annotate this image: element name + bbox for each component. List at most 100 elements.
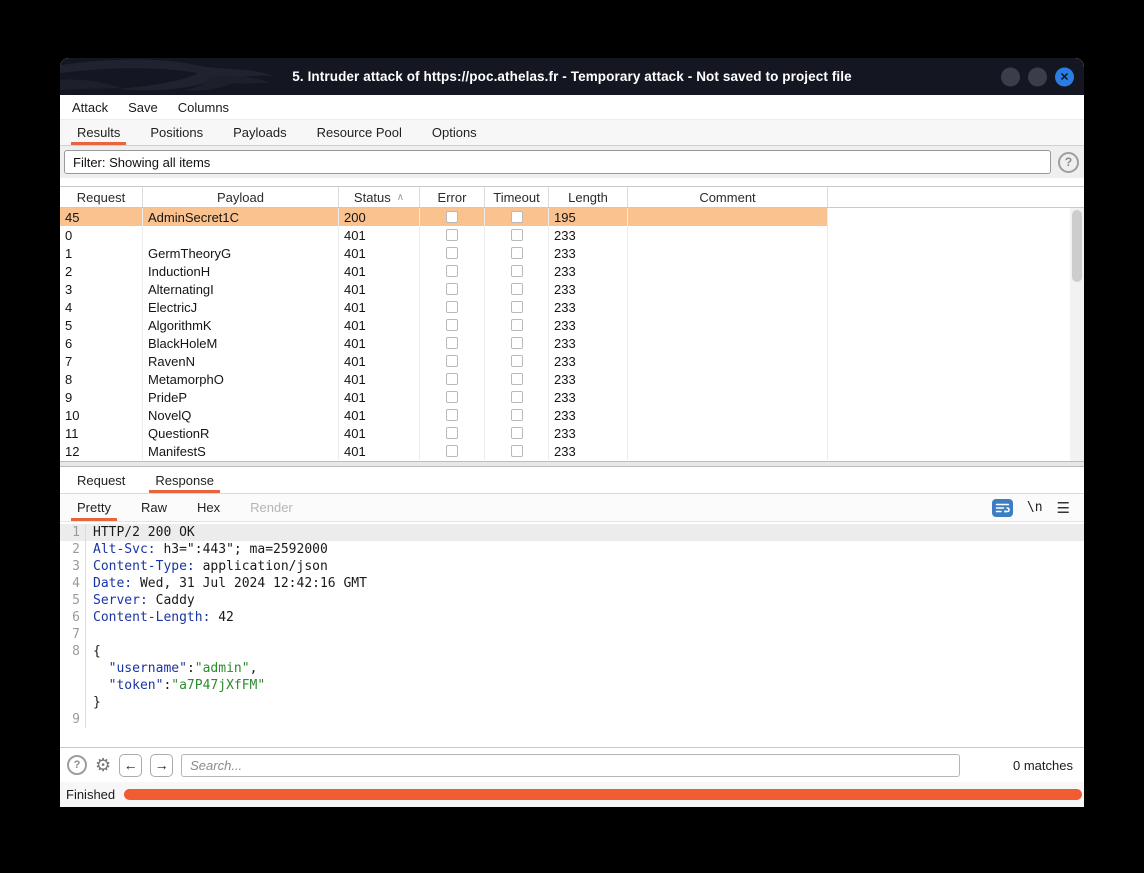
checkbox-error[interactable] bbox=[446, 355, 458, 367]
results-table-body: 45AdminSecret1C20019504012331GermTheoryG… bbox=[60, 208, 1084, 461]
checkbox-timeout[interactable] bbox=[511, 409, 523, 421]
table-row[interactable]: 9PrideP401233 bbox=[60, 388, 1084, 406]
newline-toggle-icon[interactable]: \n bbox=[1027, 500, 1043, 515]
response-editor[interactable]: 1HTTP/2 200 OK2Alt-Svc: h3=":443"; ma=25… bbox=[60, 522, 1084, 747]
checkbox-error[interactable] bbox=[446, 265, 458, 277]
checkbox-error[interactable] bbox=[446, 301, 458, 313]
cell-error bbox=[420, 388, 485, 406]
checkbox-error[interactable] bbox=[446, 247, 458, 259]
checkbox-timeout[interactable] bbox=[511, 391, 523, 403]
tab-results[interactable]: Results bbox=[62, 120, 135, 145]
column-header-status[interactable]: Status∧ bbox=[339, 187, 420, 207]
checkbox-timeout[interactable] bbox=[511, 247, 523, 259]
filter-bar[interactable]: Filter: Showing all items bbox=[64, 150, 1051, 174]
checkbox-timeout[interactable] bbox=[511, 301, 523, 313]
table-row[interactable]: 11QuestionR401233 bbox=[60, 424, 1084, 442]
table-row[interactable]: 6BlackHoleM401233 bbox=[60, 334, 1084, 352]
tab-request[interactable]: Request bbox=[62, 467, 140, 493]
table-row[interactable]: 0401233 bbox=[60, 226, 1084, 244]
column-header-request[interactable]: Request bbox=[60, 187, 143, 207]
checkbox-error[interactable] bbox=[446, 427, 458, 439]
maximize-button[interactable] bbox=[1028, 67, 1047, 86]
column-header-error[interactable]: Error bbox=[420, 187, 485, 207]
line-content: Content-Type: application/json bbox=[86, 558, 328, 575]
minimize-button[interactable] bbox=[1001, 67, 1020, 86]
tab-hex[interactable]: Hex bbox=[182, 494, 235, 521]
word-wrap-icon[interactable] bbox=[992, 499, 1013, 517]
checkbox-error[interactable] bbox=[446, 283, 458, 295]
checkbox-error[interactable] bbox=[446, 409, 458, 421]
table-row[interactable]: 5AlgorithmK401233 bbox=[60, 316, 1084, 334]
checkbox-timeout[interactable] bbox=[511, 283, 523, 295]
checkbox-error[interactable] bbox=[446, 391, 458, 403]
table-row[interactable]: 45AdminSecret1C200195 bbox=[60, 208, 1084, 226]
checkbox-timeout[interactable] bbox=[511, 319, 523, 331]
checkbox-timeout[interactable] bbox=[511, 355, 523, 367]
checkbox-timeout[interactable] bbox=[511, 373, 523, 385]
tab-pretty[interactable]: Pretty bbox=[62, 494, 126, 521]
table-row[interactable]: 2InductionH401233 bbox=[60, 262, 1084, 280]
column-header-comment[interactable]: Comment bbox=[628, 187, 828, 207]
line-content: } bbox=[86, 694, 101, 711]
editor-menu-icon[interactable]: ☰ bbox=[1057, 499, 1070, 517]
table-row[interactable]: 4ElectricJ401233 bbox=[60, 298, 1084, 316]
code-segment-string: "admin" bbox=[195, 661, 250, 676]
code-segment-key: "username" bbox=[109, 661, 187, 676]
table-row[interactable]: 8MetamorphO401233 bbox=[60, 370, 1084, 388]
table-row[interactable]: 1GermTheoryG401233 bbox=[60, 244, 1084, 262]
checkbox-error[interactable] bbox=[446, 373, 458, 385]
table-scrollbar-thumb[interactable] bbox=[1072, 210, 1082, 282]
checkbox-error[interactable] bbox=[446, 319, 458, 331]
title-bar[interactable]: 5. Intruder attack of https://poc.athela… bbox=[60, 58, 1084, 95]
table-row[interactable]: 12ManifestS401233 bbox=[60, 442, 1084, 460]
checkbox-timeout[interactable] bbox=[511, 229, 523, 241]
search-input[interactable] bbox=[181, 754, 960, 777]
column-header-length[interactable]: Length bbox=[549, 187, 628, 207]
column-label: Length bbox=[568, 190, 608, 205]
checkbox-error[interactable] bbox=[446, 337, 458, 349]
table-scrollbar-track[interactable] bbox=[1070, 208, 1084, 461]
tab-resource-pool[interactable]: Resource Pool bbox=[302, 120, 417, 145]
column-header-payload[interactable]: Payload bbox=[143, 187, 339, 207]
cell-status: 401 bbox=[339, 406, 420, 424]
checkbox-timeout[interactable] bbox=[511, 265, 523, 277]
menu-item-save[interactable]: Save bbox=[118, 100, 168, 115]
search-previous-button[interactable]: ← bbox=[119, 754, 142, 777]
cell-status: 401 bbox=[339, 442, 420, 460]
cell-request: 2 bbox=[60, 262, 143, 280]
table-row[interactable]: 7RavenN401233 bbox=[60, 352, 1084, 370]
cell-payload: RavenN bbox=[143, 352, 339, 370]
filter-help-icon[interactable]: ? bbox=[1058, 152, 1079, 173]
window-controls: ✕ bbox=[1001, 67, 1074, 86]
checkbox-error[interactable] bbox=[446, 229, 458, 241]
checkbox-timeout[interactable] bbox=[511, 337, 523, 349]
editor-line: 1HTTP/2 200 OK bbox=[60, 524, 1084, 541]
table-row[interactable]: 3AlternatingI401233 bbox=[60, 280, 1084, 298]
cell-status: 401 bbox=[339, 334, 420, 352]
tab-options[interactable]: Options bbox=[417, 120, 492, 145]
attack-status-label: Finished bbox=[66, 787, 115, 802]
search-settings-icon[interactable]: ⚙ bbox=[95, 756, 111, 774]
menu-item-columns[interactable]: Columns bbox=[168, 100, 239, 115]
search-next-button[interactable]: → bbox=[150, 754, 173, 777]
tab-positions[interactable]: Positions bbox=[135, 120, 218, 145]
search-help-icon[interactable]: ? bbox=[67, 755, 87, 775]
checkbox-timeout[interactable] bbox=[511, 445, 523, 457]
message-tab-bar: RequestResponse bbox=[60, 467, 1084, 494]
editor-line: 5Server: Caddy bbox=[60, 592, 1084, 609]
editor-toolbar-icons: \n ☰ bbox=[992, 494, 1084, 521]
checkbox-error[interactable] bbox=[446, 445, 458, 457]
tab-payloads[interactable]: Payloads bbox=[218, 120, 301, 145]
tab-raw[interactable]: Raw bbox=[126, 494, 182, 521]
checkbox-timeout[interactable] bbox=[511, 211, 523, 223]
checkbox-error[interactable] bbox=[446, 211, 458, 223]
editor-line: 7 bbox=[60, 626, 1084, 643]
checkbox-timeout[interactable] bbox=[511, 427, 523, 439]
cell-filler bbox=[828, 388, 1084, 406]
menu-item-attack[interactable]: Attack bbox=[62, 100, 118, 115]
kali-dragon-logo bbox=[60, 58, 295, 95]
column-header-timeout[interactable]: Timeout bbox=[485, 187, 549, 207]
tab-response[interactable]: Response bbox=[140, 467, 229, 493]
close-button[interactable]: ✕ bbox=[1055, 67, 1074, 86]
table-row[interactable]: 10NovelQ401233 bbox=[60, 406, 1084, 424]
